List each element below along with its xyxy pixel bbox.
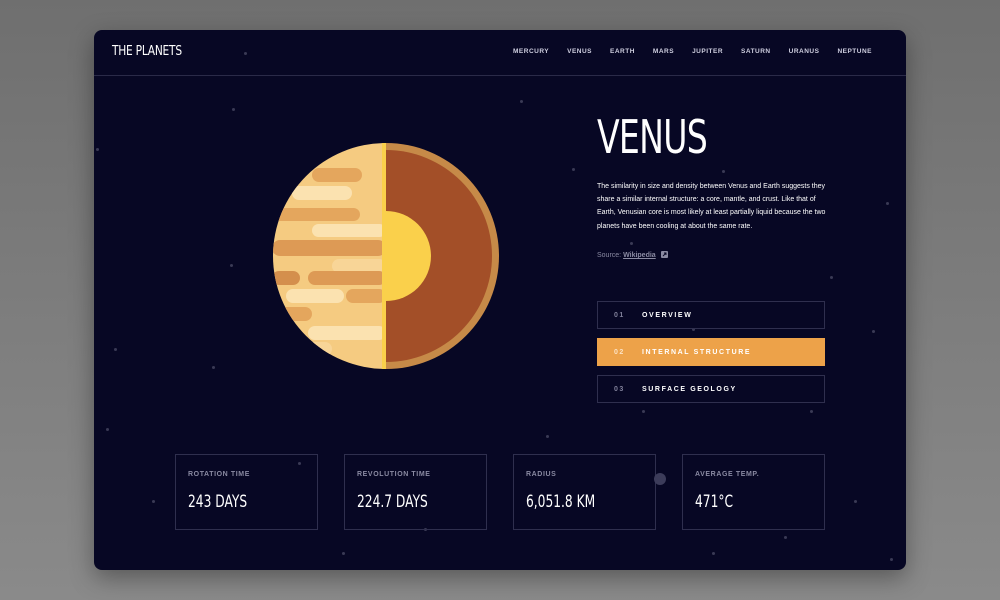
planet-stats: ROTATION TIME 243 DAYS REVOLUTION TIME 2… xyxy=(175,454,825,530)
app-window: THE PLANETS MERCURY VENUS EARTH MARS JUP… xyxy=(94,30,906,570)
logo[interactable]: THE PLANETS xyxy=(112,44,182,59)
main-nav: MERCURY VENUS EARTH MARS JUPITER SATURN … xyxy=(495,48,872,55)
stat-value: 243 DAYS xyxy=(188,492,248,512)
nav-item-earth[interactable]: EARTH xyxy=(610,48,635,55)
venus-internal-icon xyxy=(273,143,499,369)
stat-value: 6,051.8 KM xyxy=(526,492,596,512)
stat-label: RADIUS xyxy=(526,471,557,478)
nav-item-neptune[interactable]: NEPTUNE xyxy=(837,48,872,55)
tab-label: INTERNAL STRUCTURE xyxy=(642,348,752,356)
planet-description: The similarity in size and density betwe… xyxy=(597,183,826,230)
planet-source: Source: Wikipedia xyxy=(597,251,668,259)
mouse-cursor xyxy=(654,473,666,485)
planet-title: VENUS xyxy=(597,110,708,164)
tab-label: OVERVIEW xyxy=(642,311,693,319)
external-link-icon[interactable] xyxy=(660,251,668,258)
tab-surface-geology[interactable]: 03 SURFACE GEOLOGY xyxy=(597,375,825,403)
stat-card-rotation: ROTATION TIME 243 DAYS xyxy=(175,454,318,530)
nav-item-saturn[interactable]: SATURN xyxy=(741,48,771,55)
source-prefix: Source: xyxy=(597,252,622,259)
header: THE PLANETS MERCURY VENUS EARTH MARS JUP… xyxy=(94,30,906,76)
stat-value: 471°C xyxy=(695,492,734,512)
nav-item-venus[interactable]: VENUS xyxy=(567,48,592,55)
nav-item-mercury[interactable]: MERCURY xyxy=(513,48,549,55)
nav-item-uranus[interactable]: URANUS xyxy=(789,48,820,55)
tab-number: 03 xyxy=(614,385,625,393)
stat-card-temperature: AVERAGE TEMP. 471°C xyxy=(682,454,825,530)
source-link[interactable]: Wikipedia xyxy=(623,252,656,259)
tab-overview[interactable]: 01 OVERVIEW xyxy=(597,301,825,329)
tab-label: SURFACE GEOLOGY xyxy=(642,385,737,393)
stat-label: AVERAGE TEMP. xyxy=(695,471,760,478)
stat-card-radius: RADIUS 6,051.8 KM xyxy=(513,454,656,530)
tab-number: 01 xyxy=(614,311,625,319)
tab-internal-structure[interactable]: 02 INTERNAL STRUCTURE xyxy=(597,338,825,366)
stat-card-revolution: REVOLUTION TIME 224.7 DAYS xyxy=(344,454,487,530)
stat-value: 224.7 DAYS xyxy=(357,492,428,512)
planet-internal-illustration xyxy=(272,142,500,370)
nav-item-jupiter[interactable]: JUPITER xyxy=(692,48,723,55)
stat-label: REVOLUTION TIME xyxy=(357,471,431,478)
stat-label: ROTATION TIME xyxy=(188,471,250,478)
tab-number: 02 xyxy=(614,348,625,356)
nav-item-mars[interactable]: MARS xyxy=(653,48,674,55)
planet-tabs: 01 OVERVIEW 02 INTERNAL STRUCTURE 03 SUR… xyxy=(597,301,825,412)
